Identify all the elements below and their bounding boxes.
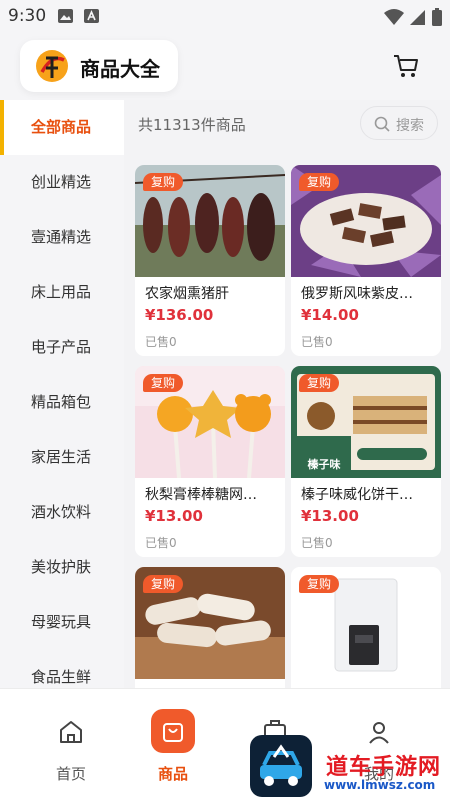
product-sold: 已售0 <box>301 536 333 550</box>
tab-products[interactable]: 商品 <box>118 689 228 800</box>
tab-products-label: 商品 <box>157 765 188 783</box>
product-price: ¥13.00 <box>301 507 359 525</box>
category-sidebar: 全部商品 创业精选 壹通精选 床上用品 电子产品 精品箱包 家居生活 酒水饮料 … <box>0 100 124 688</box>
car-logo-icon <box>260 744 302 786</box>
product-card[interactable]: 复购 <box>291 567 441 688</box>
watermark: 道车手游网 www.lmwsz.com <box>250 735 450 800</box>
product-price: ¥136.00 <box>145 306 214 324</box>
shopping-bag-icon <box>163 723 183 742</box>
sidebar-item-drinks[interactable]: 酒水饮料 <box>0 485 124 540</box>
repurchase-tag: 复购 <box>143 374 184 392</box>
watermark-badge <box>250 735 312 797</box>
repurchase-tag: 复购 <box>143 173 184 191</box>
status-time: 9:30 <box>8 6 47 26</box>
status-bar: 9:30 <box>0 0 450 34</box>
product-name: 俄罗斯风味紫皮… <box>301 286 413 302</box>
sidebar-item-all[interactable]: 全部商品 <box>0 100 124 155</box>
sidebar-item-bags[interactable]: 精品箱包 <box>0 375 124 430</box>
page-title: 商品大全 <box>80 57 160 81</box>
search-button[interactable]: 搜索 <box>360 106 438 140</box>
tab-home-label: 首页 <box>55 765 86 783</box>
cart-icon[interactable] <box>392 52 420 80</box>
repurchase-tag: 复购 <box>143 575 184 593</box>
watermark-text: 道车手游网 <box>326 755 442 780</box>
header: 商品大全 <box>0 34 450 100</box>
tab-home[interactable]: 首页 <box>16 689 126 800</box>
product-card[interactable]: 复购 俄罗斯风味紫皮… ¥14.00 已售0 <box>291 165 441 356</box>
repurchase-tag: 复购 <box>299 374 340 392</box>
product-name: 秋梨膏棒棒糖网… <box>145 487 257 503</box>
product-card[interactable]: 榛子味 复购 榛子味威化饼干… ¥13.00 已售0 <box>291 366 441 557</box>
product-area: 共11313件商品 搜索 复购 农家烟熏猪肝 ¥136.00 已售0 复购 俄罗… <box>124 100 450 688</box>
sidebar-item-baby-toys[interactable]: 母婴玩具 <box>0 595 124 650</box>
sidebar-item-beauty[interactable]: 美妆护肤 <box>0 540 124 595</box>
sidebar-item-home-living[interactable]: 家居生活 <box>0 430 124 485</box>
product-price: ¥14.00 <box>301 306 359 324</box>
sidebar-item-electronics[interactable]: 电子产品 <box>0 320 124 375</box>
repurchase-tag: 复购 <box>299 575 340 593</box>
product-card[interactable]: 复购 秋梨膏棒棒糖网… ¥13.00 已售0 <box>135 366 285 557</box>
wifi-icon <box>384 9 404 25</box>
product-name: 农家烟熏猪肝 <box>145 286 229 302</box>
signal-icon <box>410 10 425 25</box>
app-notification-icon <box>84 9 99 23</box>
product-name: 榛子味威化饼干… <box>301 487 413 503</box>
product-sold: 已售0 <box>301 335 333 349</box>
search-placeholder: 搜索 <box>396 118 424 134</box>
sidebar-item-yitong-picks[interactable]: 壹通精选 <box>0 210 124 265</box>
battery-icon <box>432 8 442 26</box>
logo-icon <box>36 50 68 82</box>
sidebar-item-bedding[interactable]: 床上用品 <box>0 265 124 320</box>
product-price: ¥13.00 <box>145 507 203 525</box>
product-sold: 已售0 <box>145 335 177 349</box>
repurchase-tag: 复购 <box>299 173 340 191</box>
search-icon <box>374 116 390 132</box>
sidebar-item-startup-picks[interactable]: 创业精选 <box>0 155 124 210</box>
product-count: 共11313件商品 <box>138 116 246 134</box>
home-icon <box>60 721 82 743</box>
hazelnut-label: 榛子味 <box>308 457 341 471</box>
product-card[interactable]: 复购 农家烟熏猪肝 ¥136.00 已售0 <box>135 165 285 356</box>
product-card[interactable]: 复购 <box>135 567 285 688</box>
image-notification-icon <box>58 9 73 23</box>
product-sold: 已售0 <box>145 536 177 550</box>
watermark-url: www.lmwsz.com <box>324 778 436 792</box>
brand-block: 商品大全 <box>20 40 178 92</box>
